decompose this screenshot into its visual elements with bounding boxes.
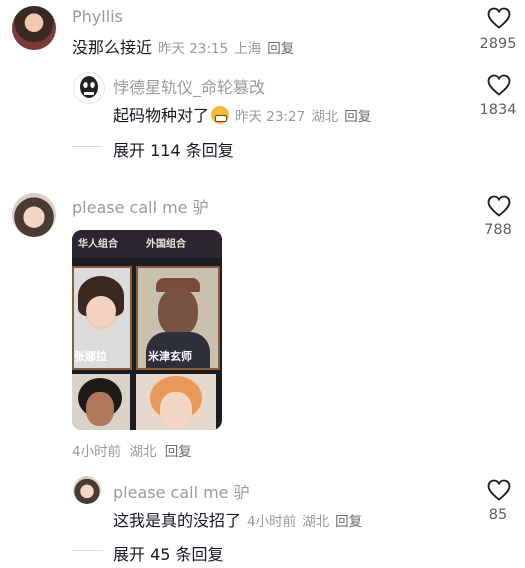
comment-time: 4小时前	[247, 514, 297, 530]
comment-image[interactable]: 华人组合 外国组合 张娜拉 米津玄师	[72, 230, 222, 430]
comment-location: 湖北	[129, 444, 157, 460]
comment-time: 昨天 23:15	[158, 41, 229, 57]
comment-location: 湖北	[302, 514, 330, 530]
like-count: 85	[488, 507, 508, 523]
comment-body: 没那么接近	[72, 38, 153, 57]
comment-body: 这我是真的没招了	[113, 511, 242, 530]
comment-username[interactable]: Phyllis	[72, 7, 123, 26]
comment-meta: 4小时前 湖北 回复	[72, 440, 192, 460]
comment-text: 这我是真的没招了 4小时前 湖北 回复	[113, 507, 362, 531]
comment-time: 4小时前	[72, 444, 122, 460]
heart-icon[interactable]	[487, 7, 511, 29]
image-label: 张娜拉	[74, 350, 107, 363]
divider	[72, 146, 102, 147]
reply-button[interactable]: 回复	[335, 514, 362, 530]
like-count: 2895	[479, 36, 517, 52]
comment-text: 没那么接近 昨天 23:15 上海 回复	[72, 34, 294, 58]
expand-replies-button[interactable]: 展开 114 条回复	[113, 137, 234, 161]
reply-button[interactable]: 回复	[344, 109, 371, 125]
grimace-emoji-icon	[211, 106, 230, 124]
heart-icon[interactable]	[487, 74, 511, 96]
image-label: 外国组合	[146, 239, 186, 250]
heart-icon[interactable]	[487, 195, 511, 217]
comment-username[interactable]: 悖德星轨仪_命轮篡改	[113, 74, 265, 98]
like-count: 788	[484, 222, 512, 238]
reply-button[interactable]: 回复	[165, 444, 192, 460]
reply-button[interactable]: 回复	[267, 41, 294, 57]
comment-text: 起码物种对了 昨天 23:27 湖北 回复	[113, 102, 371, 126]
comment-location: 上海	[234, 41, 262, 57]
avatar[interactable]	[73, 72, 105, 104]
like-count: 1834	[479, 102, 517, 118]
image-label: 华人组合	[78, 239, 118, 250]
comment-location: 湖北	[311, 109, 339, 125]
avatar[interactable]	[73, 476, 101, 504]
divider	[72, 550, 102, 551]
comment-username[interactable]: please call me 驴	[72, 194, 209, 218]
avatar[interactable]	[12, 193, 56, 237]
portrait-card	[72, 374, 130, 430]
comment-username[interactable]: please call me 驴	[113, 479, 250, 503]
comment-time: 昨天 23:27	[235, 109, 306, 125]
portrait-card	[136, 374, 216, 430]
heart-icon[interactable]	[487, 479, 511, 501]
comment-body: 起码物种对了	[113, 106, 210, 125]
avatar[interactable]	[12, 6, 56, 50]
image-label: 米津玄师	[148, 350, 192, 363]
expand-replies-button[interactable]: 展开 45 条回复	[113, 541, 224, 565]
